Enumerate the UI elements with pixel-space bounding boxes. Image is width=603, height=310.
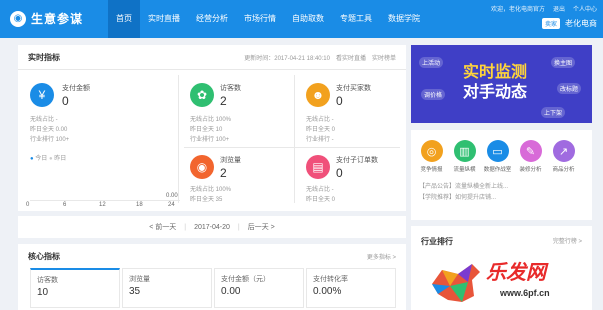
realtime-header: 实时指标 更新时间：2017-04-21 18:40:10 看实时直播 实时榜单 [18, 45, 406, 70]
nav-home[interactable]: 首页 [108, 0, 140, 38]
welcome-text: 欢迎，老化电商官方 [490, 7, 545, 13]
realtime-panel: 实时指标 更新时间：2017-04-21 18:40:10 看实时直播 实时榜单… [18, 45, 406, 211]
nav-academy[interactable]: 数据学院 [380, 0, 428, 38]
banner-bubble: 调价格 [421, 89, 446, 100]
realtime-title: 实时指标 [28, 52, 60, 62]
x-tick: 6 [63, 202, 67, 208]
news-item[interactable]: 【产品公告】流量纵横全新上线... [419, 182, 508, 193]
row-divider [184, 147, 400, 148]
banner-bubble: 上活动 [419, 57, 444, 68]
metric-sub: 无线占比 - 昨日全天 0.00 行业排行 100+ [30, 117, 70, 143]
seller-badge: 卖家 [541, 18, 560, 29]
update-time: 更新时间：2017-04-21 18:40:10 [244, 55, 330, 62]
metric-label: 支付子订单数 [336, 157, 378, 164]
bull-logo-icon [432, 264, 480, 302]
banner-bubble: 上下架 [541, 107, 566, 118]
logout-link[interactable]: 退出 [553, 4, 565, 13]
tool-decoration[interactable]: ✎ 装修分析 [516, 140, 545, 173]
compass-icon: ◎ [420, 140, 443, 162]
y-tick: 0.00 [166, 193, 178, 199]
x-tick: 24 [168, 202, 175, 208]
metric-value: 0 [336, 94, 343, 108]
order-icon: ▤ [306, 155, 330, 179]
tool-traffic[interactable]: ▥ 流量纵横 [450, 140, 479, 173]
banner-bubble: 换主图 [551, 57, 576, 68]
metric-value: 2 [220, 166, 227, 180]
user-area: 欢迎，老化电商官方 退出 个人中心 卖家 老化电商 [491, 4, 597, 29]
core-card-pageviews[interactable]: 浏览量 35 [122, 268, 212, 308]
logo-icon: ◉ [10, 10, 26, 27]
full-rank-link[interactable]: 完整行榜 > [553, 236, 582, 245]
main-nav: 首页 实时直播 经营分析 市场行情 自助取数 专题工具 数据学院 [108, 0, 428, 38]
chart-baseline [30, 200, 180, 201]
nav-realtime[interactable]: 实时直播 [140, 0, 188, 38]
yuan-icon: ¥ [30, 83, 54, 107]
tool-product[interactable]: ↗ 商品分析 [549, 140, 578, 173]
col-divider [178, 75, 179, 203]
nav-self-query[interactable]: 自助取数 [284, 0, 332, 38]
site-watermark: 乐发网 www.6pf.cn [428, 256, 598, 306]
rank-link[interactable]: 实时榜单 [372, 53, 396, 62]
brush-icon: ✎ [519, 140, 542, 162]
metric-label: 支付金额 [62, 85, 90, 92]
app-name: 生意参谋 [31, 12, 84, 26]
promo-banner[interactable]: 上活动 换主图 调价格 改标题 上下架 实时监测 对手动态 [411, 45, 592, 123]
more-metrics-link[interactable]: 更多指标 > [367, 252, 396, 261]
metric-label: 访客数 [220, 85, 241, 92]
rank-title: 行业排行 [421, 237, 453, 246]
metric-value: 0 [336, 166, 343, 180]
col-divider [294, 75, 295, 203]
banner-headline: 实时监测 对手动态 [463, 64, 528, 101]
footprint-icon: ✿ [190, 83, 214, 107]
trend-icon: ↗ [552, 140, 575, 162]
user-center-link[interactable]: 个人中心 [573, 4, 597, 13]
next-day-button[interactable]: 后一天 > [248, 222, 275, 232]
core-card-payment[interactable]: 支付金额（元） 0.00 [214, 268, 304, 308]
top-navbar: ◉ 生意参谋 首页 实时直播 经营分析 市场行情 自助取数 专题工具 数据学院 … [0, 0, 603, 38]
metric-value: 2 [220, 94, 227, 108]
prev-day-button[interactable]: < 前一天 [149, 222, 176, 232]
core-card-visitors[interactable]: 访客数 10 [30, 268, 120, 308]
metric-sub: 无线占比 - 昨日全天 0 行业排行 - [306, 117, 336, 143]
user-icon: ☻ [306, 83, 330, 107]
banner-bubble: 改标题 [557, 83, 582, 94]
x-tick: 0 [26, 202, 30, 208]
chart-icon: ▥ [453, 140, 476, 162]
date-display[interactable]: 2017-04-20 [194, 224, 230, 231]
screen-icon: ▭ [486, 140, 509, 162]
nav-market[interactable]: 市场行情 [236, 0, 284, 38]
core-card-conversion[interactable]: 支付转化率 0.00% [306, 268, 396, 308]
metric-value: 0 [62, 94, 69, 108]
live-link[interactable]: 看实时直播 [336, 53, 366, 62]
watermark-url: www.6pf.cn [500, 288, 550, 298]
tools-panel: ◎ 竞争情报 ▥ 流量纵横 ▭ 数据作战室 ✎ 装修分析 ↗ 商品分析 【产品公… [411, 130, 592, 220]
eye-icon: ◉ [190, 155, 214, 179]
metric-sub: 无线占比 - 昨日全天 0 [306, 187, 336, 203]
app-logo[interactable]: ◉ 生意参谋 [10, 10, 83, 27]
x-tick: 18 [136, 202, 143, 208]
news-list: 【产品公告】流量纵横全新上线... 【学院推荐】如何提升店铺... [419, 182, 508, 204]
metric-sub: 无线占比 100% 昨日全天 10 行业排行 100+ [190, 117, 232, 143]
news-item[interactable]: 【学院推荐】如何提升店铺... [419, 193, 508, 204]
watermark-brand: 乐发网 [486, 262, 546, 284]
tool-competition[interactable]: ◎ 竞争情报 [417, 140, 446, 173]
date-switcher: < 前一天 | 2017-04-20 | 后一天 > [18, 216, 406, 238]
chart-legend: ● 今日 ● 昨日 [30, 156, 67, 162]
metric-label: 浏览量 [220, 157, 241, 164]
core-title: 核心指标 [28, 252, 60, 261]
x-tick: 12 [99, 202, 106, 208]
nav-tools[interactable]: 专题工具 [332, 0, 380, 38]
tool-warroom[interactable]: ▭ 数据作战室 [483, 140, 512, 173]
shop-name[interactable]: 老化电商 [565, 18, 597, 29]
metric-label: 支付买家数 [336, 85, 371, 92]
nav-analysis[interactable]: 经营分析 [188, 0, 236, 38]
metric-sub: 无线占比 100% 昨日全天 35 [190, 187, 232, 203]
core-metrics-panel: 核心指标 更多指标 > 访客数 10 浏览量 35 支付金额（元） 0.00 支… [18, 244, 406, 310]
